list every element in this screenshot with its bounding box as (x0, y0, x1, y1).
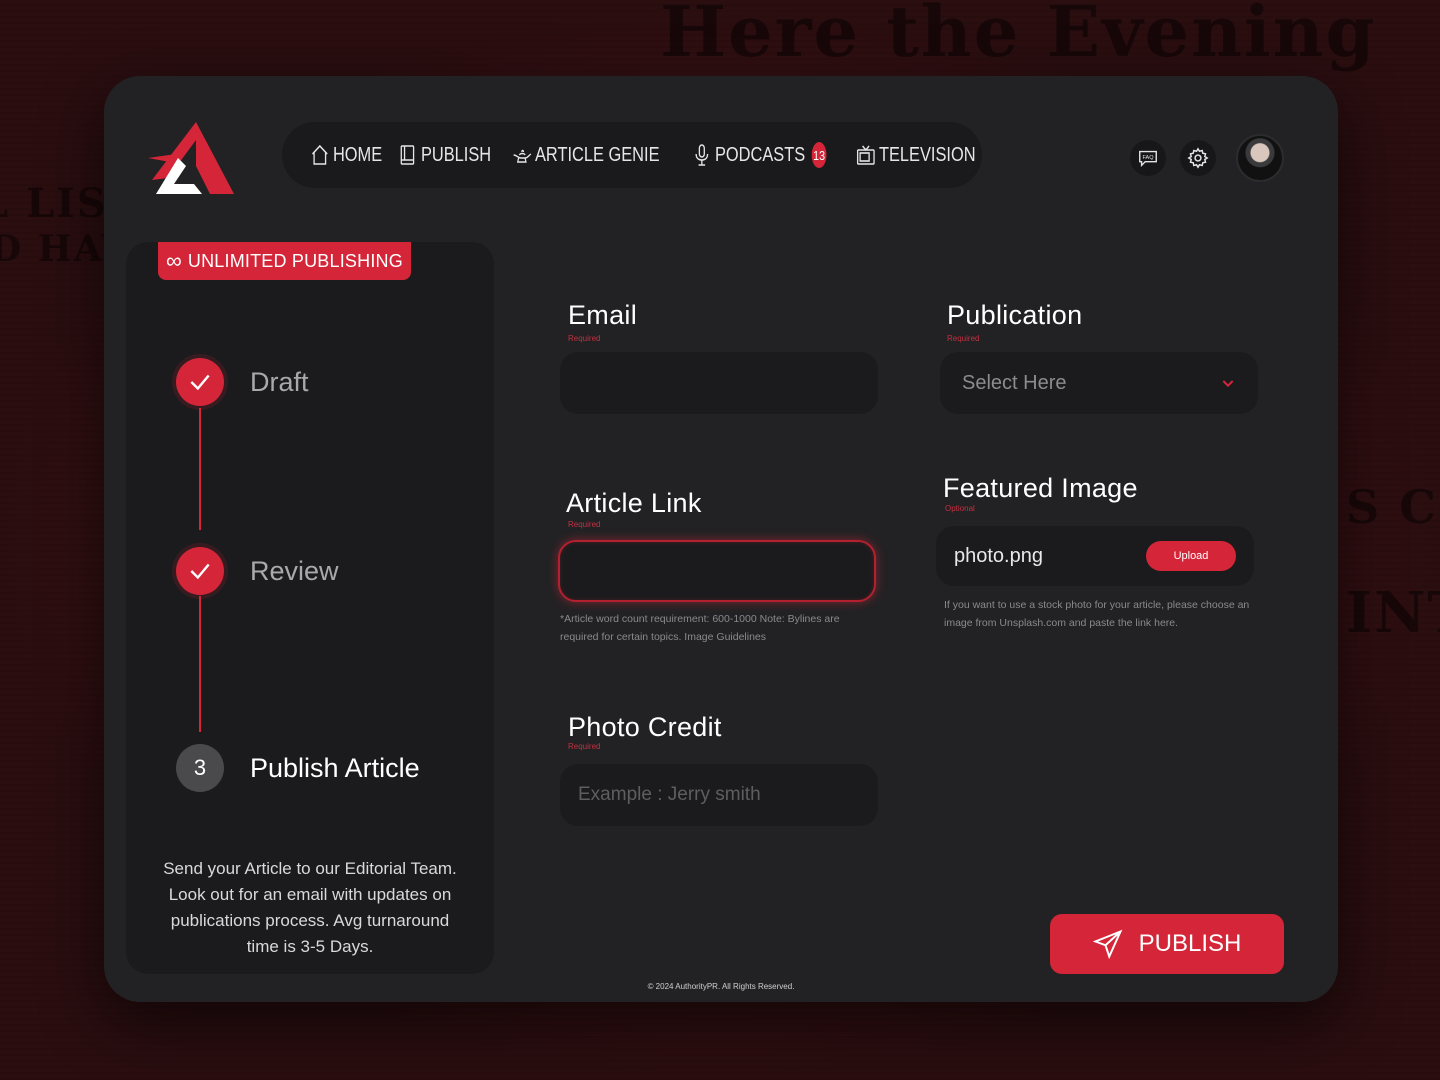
book-icon (400, 145, 415, 165)
svg-text:FAQ: FAQ (1142, 155, 1154, 161)
nav-home[interactable]: HOME (310, 135, 382, 175)
genie-lamp-icon (513, 149, 531, 163)
check-icon (176, 358, 224, 406)
publication-label: Publication (947, 300, 1083, 330)
faq-icon: FAQ (1139, 150, 1157, 167)
publish-button[interactable]: PUBLISH (1050, 914, 1284, 974)
background-newspaper-text: INT (1346, 580, 1440, 646)
nav-podcasts[interactable]: PODCASTS 13 (692, 135, 826, 175)
featured-image-label: Featured Image (943, 473, 1138, 503)
step-draft-label: Draft (250, 366, 309, 397)
faq-button[interactable]: FAQ (1130, 140, 1166, 176)
step-draft: Draft (176, 358, 309, 406)
nav-article-genie[interactable]: ARTICLE GENIE (512, 135, 660, 175)
paper-plane-icon (1092, 929, 1123, 959)
nav-television-label: TELEVISION (878, 143, 976, 166)
nav-article-genie-label: ARTICLE GENIE (534, 143, 660, 166)
step-publish-article-label: Publish Article (250, 752, 420, 783)
email-field[interactable] (560, 352, 878, 414)
main-card: HOME PUBLISH ARTICLE GENIE PODCASTS 13 T… (104, 76, 1338, 1002)
top-right-actions: FAQ (1130, 134, 1284, 182)
publication-select-value: Select Here (962, 371, 1067, 394)
photo-credit-field[interactable] (560, 764, 878, 826)
featured-image-upload: photo.png Upload (936, 526, 1254, 586)
article-link-note: *Article word count requirement: 600-100… (560, 613, 840, 643)
step-review: Review (176, 547, 339, 595)
background-newspaper-text: S CO (1346, 480, 1440, 534)
step-number: 3 (176, 744, 224, 792)
featured-image-filename: photo.png (954, 544, 1043, 567)
photo-credit-label: Photo Credit (568, 712, 722, 742)
publication-select[interactable]: Select Here (940, 352, 1258, 414)
progress-sidebar: ∞ UNLIMITED PUBLISHING Draft Review 3 Pu… (126, 242, 494, 974)
infinity-icon: ∞ (166, 248, 182, 273)
step-connector (199, 408, 201, 530)
background-newspaper-text: Here the Evening (660, 0, 1377, 73)
settings-button[interactable] (1180, 140, 1216, 176)
publication-required-hint: Required (947, 334, 980, 343)
featured-image-optional-hint: Optional (945, 504, 975, 513)
chevron-down-icon (1222, 380, 1234, 388)
article-link-required-hint: Required (568, 520, 601, 529)
step-review-label: Review (250, 555, 339, 586)
brand-logo[interactable] (148, 118, 238, 198)
microphone-icon (694, 144, 708, 166)
nav-podcasts-label: PODCASTS (714, 143, 805, 166)
footer-copyright: © 2024 AuthorityPR. All Rights Reserved. (647, 982, 795, 991)
photo-credit-required-hint: Required (568, 742, 601, 751)
nav-home-label: HOME (332, 143, 383, 166)
podcasts-count-badge: 13 (811, 142, 826, 168)
user-avatar[interactable] (1236, 134, 1284, 182)
main-nav: HOME PUBLISH ARTICLE GENIE PODCASTS 13 T… (282, 122, 982, 188)
tv-icon (856, 145, 875, 165)
step-connector (199, 596, 201, 732)
unlimited-publishing-label: UNLIMITED PUBLISHING (187, 250, 403, 271)
featured-image-note: If you want to use a stock photo for you… (944, 599, 1250, 629)
email-required-hint: Required (568, 334, 601, 343)
email-label: Email (568, 300, 638, 330)
upload-button[interactable]: Upload (1146, 541, 1236, 571)
nav-publish-label: PUBLISH (420, 143, 492, 166)
gear-icon (1187, 147, 1209, 169)
article-link-field[interactable] (558, 540, 876, 602)
publish-button-label: PUBLISH (1138, 930, 1242, 957)
step-publish-article: 3 Publish Article (176, 744, 420, 792)
sidebar-note: Send your Article to our Editorial Team.… (163, 859, 457, 956)
nav-television[interactable]: TELEVISION (856, 135, 976, 175)
home-icon (312, 144, 328, 165)
nav-publish[interactable]: PUBLISH (398, 135, 491, 175)
unlimited-publishing-badge: ∞ UNLIMITED PUBLISHING (158, 242, 411, 280)
article-link-label: Article Link (566, 488, 702, 518)
check-icon (176, 547, 224, 595)
